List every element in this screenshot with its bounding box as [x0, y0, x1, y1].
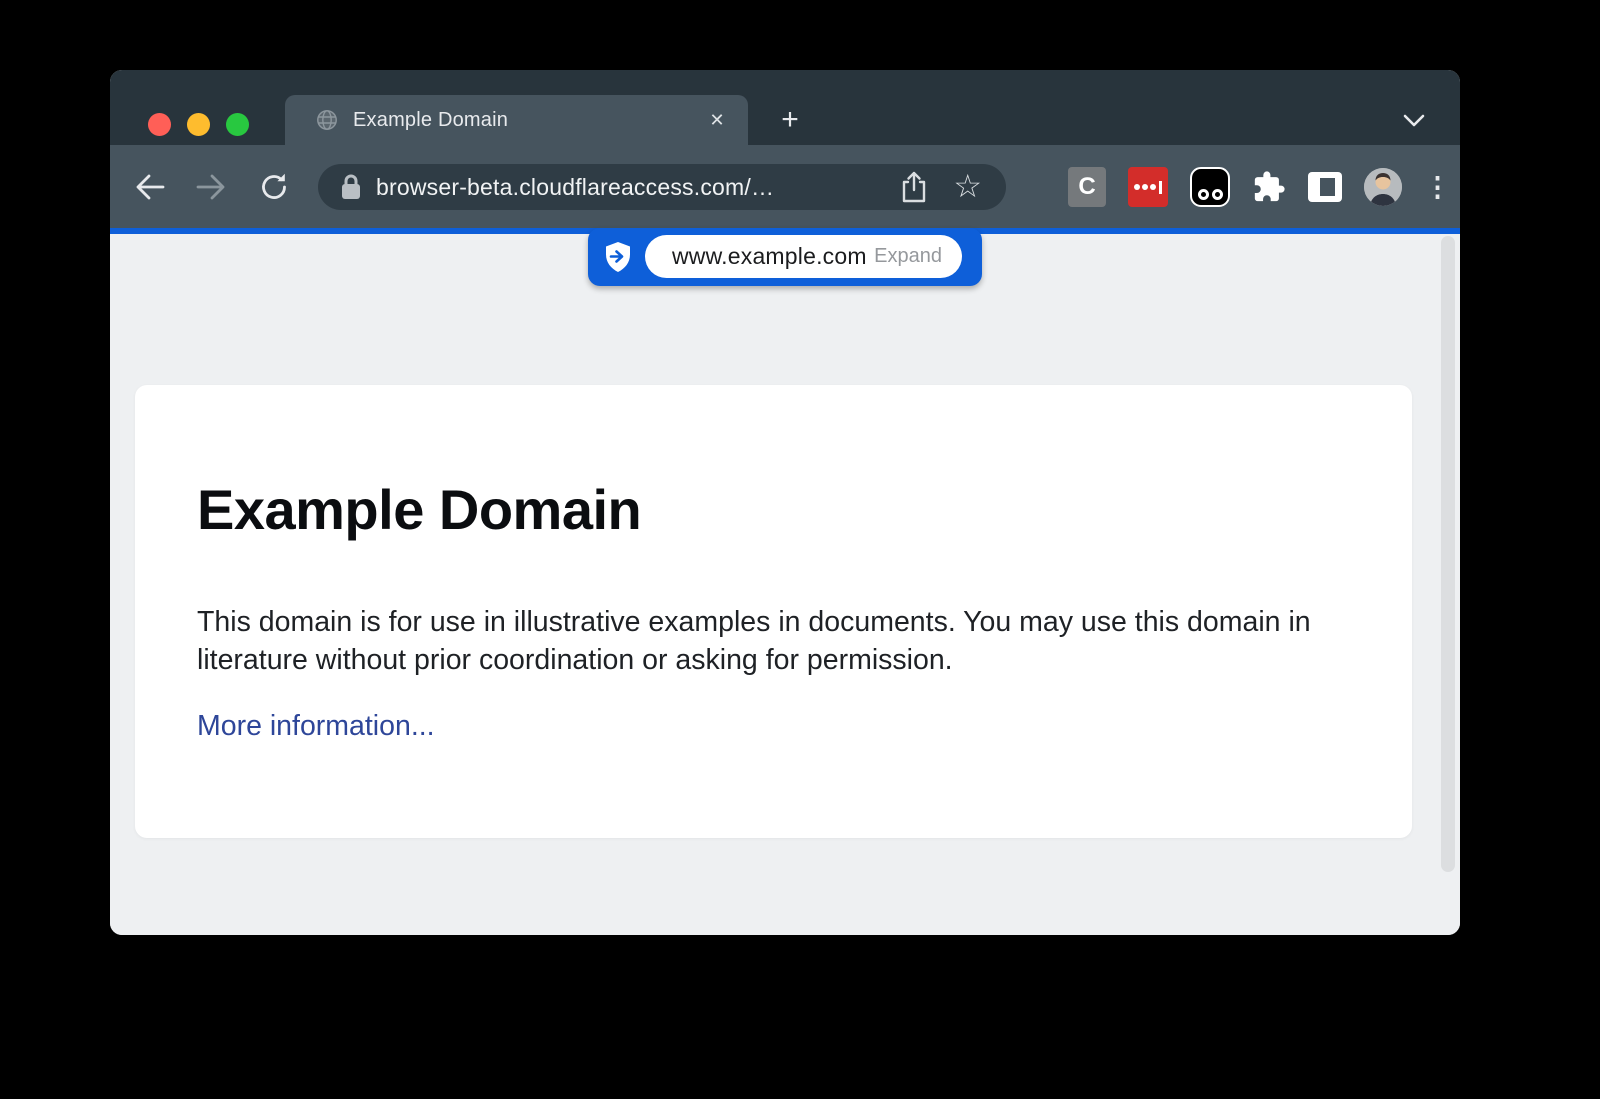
lock-icon[interactable]: [340, 173, 362, 201]
tab-title: Example Domain: [353, 109, 508, 132]
profile-avatar[interactable]: [1364, 168, 1402, 206]
lastpass-extension-icon[interactable]: [1128, 167, 1168, 207]
tab-close-icon[interactable]: ✕: [704, 107, 730, 133]
isolated-hostname: www.example.com: [672, 243, 867, 270]
window-close-button[interactable]: [148, 113, 171, 136]
vertical-scrollbar[interactable]: [1441, 236, 1455, 872]
address-bar[interactable]: browser-beta.cloudflareaccess.com/… ☆: [318, 164, 1006, 210]
isolation-hostname-pill[interactable]: www.example.com Expand: [588, 228, 982, 286]
share-icon[interactable]: [901, 171, 927, 203]
window-minimize-button[interactable]: [187, 113, 210, 136]
globe-favicon-icon: [315, 108, 339, 132]
expand-button[interactable]: Expand: [874, 245, 942, 268]
new-tab-button[interactable]: +: [772, 103, 808, 139]
page-viewport: www.example.com Expand Example Domain Th…: [110, 234, 1460, 935]
tab-example-domain[interactable]: Example Domain ✕: [285, 95, 748, 145]
browser-window: Example Domain ✕ +: [110, 70, 1460, 935]
side-panel-icon[interactable]: [1308, 172, 1342, 202]
extensions-puzzle-icon[interactable]: [1252, 170, 1286, 204]
more-information-link[interactable]: More information...: [197, 710, 435, 743]
isolation-inner-pill[interactable]: www.example.com Expand: [645, 235, 962, 278]
reload-button[interactable]: [256, 169, 292, 205]
example-domain-card: Example Domain This domain is for use in…: [135, 385, 1412, 838]
extension-c-icon[interactable]: C: [1068, 167, 1106, 207]
page-title: Example Domain: [197, 477, 641, 542]
tab-strip: Example Domain ✕ +: [110, 70, 1460, 145]
isolation-shield-icon: [603, 241, 633, 273]
goggles-extension-icon[interactable]: [1190, 167, 1230, 207]
bookmark-star-icon[interactable]: ☆: [953, 170, 982, 202]
browser-menu-icon[interactable]: ⋮: [1424, 167, 1444, 207]
back-button[interactable]: [132, 169, 168, 205]
url-text: browser-beta.cloudflareaccess.com/…: [376, 174, 774, 201]
window-zoom-button[interactable]: [226, 113, 249, 136]
extension-row: C ⋮: [1068, 167, 1444, 207]
tab-search-chevron-icon[interactable]: [1396, 103, 1432, 139]
page-paragraph: This domain is for use in illustrative e…: [197, 603, 1362, 679]
browser-toolbar: browser-beta.cloudflareaccess.com/… ☆ C: [110, 145, 1460, 228]
forward-button[interactable]: [193, 169, 229, 205]
